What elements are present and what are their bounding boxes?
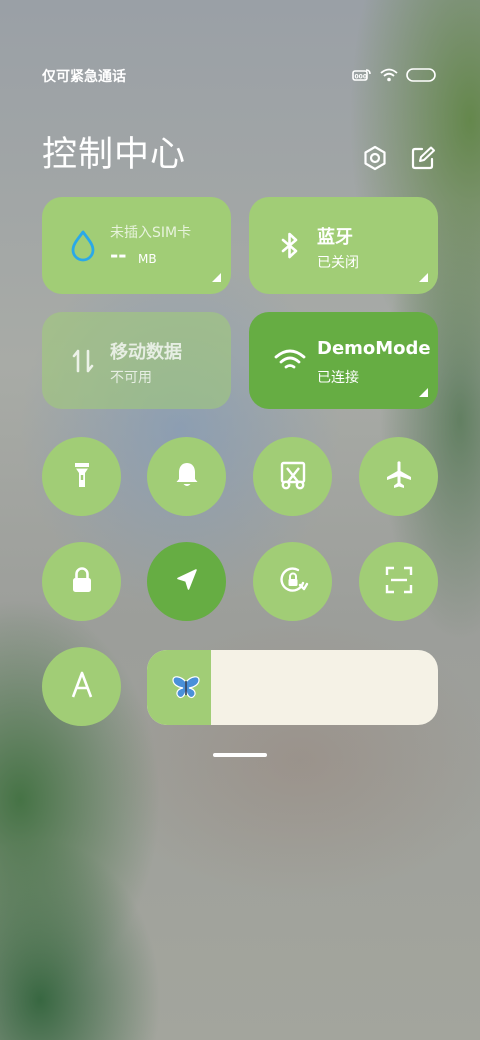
home-indicator[interactable] bbox=[213, 753, 267, 757]
mobile-data-status: 不可用 bbox=[110, 370, 152, 386]
flashlight-icon bbox=[65, 458, 99, 496]
scan-icon bbox=[382, 563, 416, 601]
data-arrows-icon bbox=[66, 344, 100, 378]
lock-icon bbox=[65, 563, 99, 601]
flashlight-toggle[interactable] bbox=[42, 437, 121, 516]
wifi-tile[interactable]: DemoMode 已连接 bbox=[249, 312, 438, 409]
scanner-toggle[interactable] bbox=[359, 542, 438, 621]
auto-rotate-toggle[interactable] bbox=[253, 542, 332, 621]
wifi-icon bbox=[380, 67, 398, 86]
bluetooth-title: 蓝牙 bbox=[317, 227, 353, 248]
water-drop-icon bbox=[66, 229, 100, 263]
sim-card-tile[interactable]: 未插入SIM卡 -- MB bbox=[42, 197, 231, 294]
carrier-status: 仅可紧急通话 bbox=[42, 69, 126, 85]
battery-icon bbox=[406, 67, 436, 86]
bell-icon bbox=[170, 458, 204, 496]
brightness-slider[interactable] bbox=[147, 650, 438, 725]
sim-status-label: 未插入SIM卡 bbox=[110, 225, 192, 241]
location-toggle[interactable] bbox=[147, 542, 226, 621]
bluetooth-status: 已关闭 bbox=[317, 255, 359, 271]
wifi-network-name: DemoMode bbox=[317, 338, 431, 359]
data-usage-unit: MB bbox=[138, 252, 157, 266]
airplane-icon bbox=[382, 458, 416, 496]
page-title: 控制中心 bbox=[42, 134, 187, 175]
svg-text:000: 000 bbox=[355, 73, 368, 80]
status-icons: 000 bbox=[352, 67, 436, 86]
control-center-screen: 仅可紧急通话 000 控制中心 未插入SIM卡 -- MB 蓝牙 已关闭 移动数… bbox=[0, 0, 480, 1040]
expand-corner-icon bbox=[212, 273, 221, 282]
header: 控制中心 bbox=[42, 126, 436, 176]
screenshot-toggle[interactable] bbox=[253, 437, 332, 516]
mobile-data-title: 移动数据 bbox=[110, 342, 182, 363]
lock-screen-toggle[interactable] bbox=[42, 542, 121, 621]
font-a-icon bbox=[65, 668, 99, 706]
data-usage-value: -- bbox=[110, 243, 127, 267]
expand-corner-icon bbox=[419, 273, 428, 282]
butterfly-icon bbox=[171, 674, 201, 702]
ringer-toggle[interactable] bbox=[147, 437, 226, 516]
bluetooth-tile[interactable]: 蓝牙 已关闭 bbox=[249, 197, 438, 294]
nfc-icon: 000 bbox=[352, 67, 372, 86]
header-actions bbox=[362, 145, 436, 171]
wifi-status: 已连接 bbox=[317, 370, 359, 386]
auto-font-toggle[interactable] bbox=[42, 647, 121, 726]
expand-corner-icon bbox=[419, 388, 428, 397]
rotation-lock-icon bbox=[276, 563, 310, 601]
settings-icon[interactable] bbox=[362, 145, 388, 171]
location-arrow-icon bbox=[170, 563, 204, 601]
edit-icon[interactable] bbox=[410, 145, 436, 171]
bluetooth-icon bbox=[273, 229, 307, 263]
airplane-mode-toggle[interactable] bbox=[359, 437, 438, 516]
wifi-icon bbox=[273, 344, 307, 378]
mobile-data-tile[interactable]: 移动数据 不可用 bbox=[42, 312, 231, 409]
status-bar: 仅可紧急通话 000 bbox=[42, 64, 436, 88]
scissors-icon bbox=[276, 458, 310, 496]
